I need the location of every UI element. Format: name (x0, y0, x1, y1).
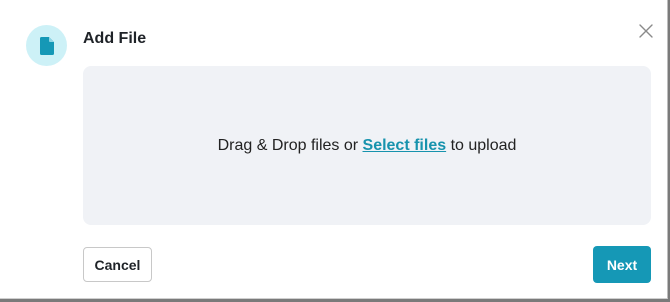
select-files-link[interactable]: Select files (363, 137, 447, 155)
dialog-title: Add File (83, 30, 147, 47)
close-icon (639, 24, 653, 38)
next-button[interactable]: Next (593, 246, 651, 283)
file-icon (39, 36, 54, 55)
close-button[interactable] (637, 22, 655, 40)
file-dropzone[interactable]: Drag & Drop files or Select files to upl… (83, 66, 651, 225)
add-file-dialog: Add File Drag & Drop files or Select fil… (0, 0, 668, 299)
dropzone-text-after: to upload (446, 136, 517, 154)
cancel-button[interactable]: Cancel (83, 247, 152, 282)
dropzone-text-before: Drag & Drop files or (217, 136, 363, 154)
file-icon-badge (26, 25, 67, 66)
